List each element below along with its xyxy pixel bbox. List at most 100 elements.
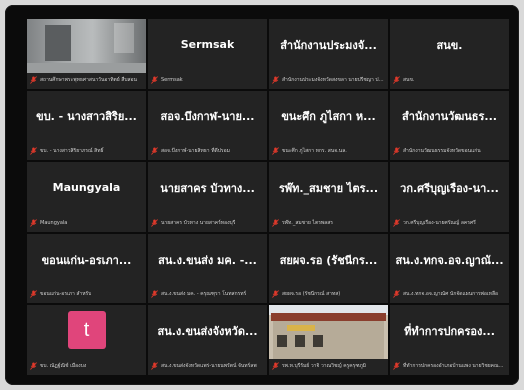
participant-tile[interactable]: ขอนแก่น-อรเภา... ขอนแก่น-อรเภา สำหรับ <box>27 233 146 304</box>
participant-tile[interactable]: สน.ง.ทกจ.อจ.ญาณั... สน.ง.ทกจ.อจ.ญาณัศ นัก… <box>390 233 509 304</box>
participant-tile[interactable]: สำนักงานวัฒนธร... สำนักงานวัฒนธรรมจังหวัด… <box>390 90 509 161</box>
participant-name: สน.ง.ขนส่งจังหวัด... <box>152 305 263 357</box>
mic-muted-icon <box>393 147 400 155</box>
participant-label: สำนักงานวัฒนธรรมจังหวัดขอนแก่น <box>393 146 506 156</box>
participant-name-text: ขนะศึก ภูไสกา ห... <box>281 110 376 124</box>
participant-label: นายสาคร บัวทาง นายสาคร์ทองบุรี <box>151 218 264 228</box>
mic-muted-icon <box>30 147 37 155</box>
participant-label-text: สน.ง.ขนส่ง มค. - ครุณฑุรา โนทสกรทร์ <box>161 291 247 298</box>
participant-video <box>269 305 388 359</box>
participant-label: สน.ง.ขนส่งจังหวัดแพร่-นายนพรัตน์ จันทร์ล… <box>151 361 264 371</box>
participant-name-text: ขบ. - นางสาวสิริย... <box>36 110 137 124</box>
participant-name-text: สน.ง.ขนส่งจังหวัด... <box>157 325 258 339</box>
participant-tile[interactable]: สยผจ.รอ (รัชนีกร... สยผจ.รอ (รัชนีกรณ์ สา… <box>269 233 388 304</box>
mic-muted-icon <box>151 219 158 227</box>
participant-name: สำนักงานประมงจั... <box>273 19 384 71</box>
participant-tile[interactable]: สน.ง.ขนส่ง มค. -... สน.ง.ขนส่ง มค. - ครุณ… <box>148 233 267 304</box>
participant-name: ขอนแก่น-อรเภา... <box>31 234 142 286</box>
participant-name: สำนักงานวัฒนธร... <box>394 91 505 143</box>
participant-tile[interactable]: ขบ. - นางสาวสิริย... ขบ. - นางสาวสิริยาภร… <box>27 90 146 161</box>
participant-label-text: วก.ศรีบุญเรือง-นายศรัณญ์ ลครศรี <box>403 219 476 226</box>
participant-label-text: นายสาคร บัวทาง นายสาคร์ทองบุรี <box>161 219 236 226</box>
mic-muted-icon <box>272 219 279 227</box>
participant-name-text: สน.ง.ทกจ.อจ.ญาณั... <box>395 253 504 267</box>
participant-name-text: สอจ.บึงกาฬ-นาย... <box>160 110 255 124</box>
participant-tile[interactable]: t ขบ. ณัฏฐ์ณิช์ เมืองบง <box>27 305 146 375</box>
participant-tile[interactable]: รพ๊ท._สมชาย ไตร... รพ๊ท._สมชาย ไตรพลสร <box>269 162 388 232</box>
participant-tile[interactable]: ขนะศึก ภูไสกา ห... ขนะศึก ภูไสกา หกร. สนจ… <box>269 90 388 161</box>
participant-tile[interactable]: สอจ.บึงกาฬ-นาย... สอจ.บึงกาฬ-นายสิทธา ที่… <box>148 90 267 161</box>
participant-tile[interactable]: ที่ทำการปกครอง... ที่ทำการปกครองอำเภอบ้าน… <box>390 305 509 375</box>
mic-muted-icon <box>30 290 37 299</box>
participant-label-text: รพ.ท.บุรีรัมย์ วาจิ วาณวิชญ์ ครูครุฑภูมิ <box>282 362 367 369</box>
participant-label: สนข. <box>393 75 506 85</box>
participant-label-text: Sermsak <box>161 76 183 83</box>
participant-name-text: สน.ง.ขนส่ง มค. -... <box>158 253 257 267</box>
participant-video <box>27 19 146 73</box>
participant-label-text: รพ๊ท._สมชาย ไตรพลสร <box>282 219 333 226</box>
participant-label: Maungyala <box>30 218 143 228</box>
participant-label: สน.ง.ขนส่ง มค. - ครุณฑุรา โนทสกรทร์ <box>151 289 264 299</box>
participant-tile[interactable]: สนข. สนข. <box>390 19 509 89</box>
avatar: t <box>67 311 106 350</box>
participant-name-text: ที่ทำการปกครอง... <box>404 325 495 339</box>
participant-label: สอจ.บึงกาฬ-นายสิทธา ที่ดีปรอม <box>151 146 264 156</box>
participant-label: สยผจ.รอ (รัชนีกรณ์ สาทส) <box>272 289 385 299</box>
participant-name-text: สำนักงานประมงจั... <box>280 38 377 52</box>
participant-label: สถานศึกษาพระพุทธศาสนาวันอาทิตย์ สืบสอน <box>30 75 143 85</box>
participant-name-text: Sermsak <box>180 38 235 52</box>
participant-name: Sermsak <box>152 19 263 71</box>
participant-label: Sermsak <box>151 75 264 85</box>
participant-label-text: สำนักงานวัฒนธรรมจังหวัดขอนแก่น <box>403 148 481 155</box>
participant-label-text: สอจ.บึงกาฬ-นายสิทธา ที่ดีปรอม <box>161 148 230 155</box>
participant-label: รพ.ท.บุรีรัมย์ วาจิ วาณวิชญ์ ครูครุฑภูมิ <box>272 361 385 371</box>
participant-tile[interactable]: สน.ง.ขนส่งจังหวัด... สน.ง.ขนส่งจังหวัดแพร… <box>148 305 267 375</box>
participant-name: วก.ศรีบุญเรือง-นา... <box>394 162 505 214</box>
participant-name-text: วก.ศรีบุญเรือง-นา... <box>400 181 499 195</box>
participant-label: สำนักงานประมงจังหวัดสงขลา นายปรีชญา ปลอด… <box>272 75 385 85</box>
mic-muted-icon <box>151 147 158 155</box>
participant-tile[interactable]: วก.ศรีบุญเรือง-นา... วก.ศรีบุญเรือง-นายศร… <box>390 162 509 232</box>
participant-name: ที่ทำการปกครอง... <box>394 305 505 357</box>
participant-label: ขบ. - นางสาวสิริยาภรณ์ สิทธิ์ <box>30 146 143 156</box>
participant-name-text: สนข. <box>436 38 463 52</box>
participant-label: ขนะศึก ภูไสกา หกร. สนจ.นล. <box>272 146 385 156</box>
mic-muted-icon <box>151 75 158 84</box>
mic-muted-icon <box>393 362 400 370</box>
mic-muted-icon <box>30 219 37 227</box>
participant-name: Maungyala <box>31 162 142 214</box>
participant-name: สน.ง.ขนส่ง มค. -... <box>152 234 263 286</box>
participant-grid: สถานศึกษาพระพุทธศาสนาวันอาทิตย์ สืบสอน Se… <box>27 19 509 375</box>
participant-label-text: ขนะศึก ภูไสกา หกร. สนจ.นล. <box>282 148 347 155</box>
participant-name-text: ขอนแก่น-อรเภา... <box>41 253 132 267</box>
participant-tile[interactable]: สถานศึกษาพระพุทธศาสนาวันอาทิตย์ สืบสอน <box>27 19 146 89</box>
mic-muted-icon <box>272 147 279 155</box>
mic-muted-icon <box>393 219 400 227</box>
participant-name-text: นายสาคร บัวทาง... <box>160 181 255 195</box>
participant-name: ขนะศึก ภูไสกา ห... <box>273 91 384 143</box>
participant-name: รพ๊ท._สมชาย ไตร... <box>273 162 384 214</box>
participant-label-text: สถานศึกษาพระพุทธศาสนาวันอาทิตย์ สืบสอน <box>40 76 137 83</box>
mic-muted-icon <box>393 290 400 299</box>
participant-tile[interactable]: นายสาคร บัวทาง... นายสาคร บัวทาง นายสาคร์… <box>148 162 267 232</box>
participant-name-text: Maungyala <box>52 181 121 195</box>
participant-label-text: สนข. <box>403 76 415 83</box>
participant-label-text: ขอนแก่น-อรเภา สำหรับ <box>40 291 92 298</box>
mic-muted-icon <box>393 75 400 84</box>
mic-muted-icon <box>151 362 158 370</box>
participant-tile[interactable]: Sermsak Sermsak <box>148 19 267 89</box>
participant-tile[interactable]: รพ.ท.บุรีรัมย์ วาจิ วาณวิชญ์ ครูครุฑภูมิ <box>269 305 388 375</box>
participant-label-text: ที่ทำการปกครองอำเภอบ้านแพง นายวิชยคณ... <box>403 362 504 369</box>
participant-name: สยผจ.รอ (รัชนีกร... <box>273 234 384 286</box>
participant-label: ขอนแก่น-อรเภา สำหรับ <box>30 289 143 299</box>
participant-tile[interactable]: สำนักงานประมงจั... สำนักงานประมงจังหวัดสง… <box>269 19 388 89</box>
mic-muted-icon <box>151 290 158 299</box>
participant-label-text: ขบ. - นางสาวสิริยาภรณ์ สิทธิ์ <box>40 148 104 155</box>
participant-name: สน.ง.ทกจ.อจ.ญาณั... <box>394 234 505 286</box>
participant-label-text: สน.ง.ขนส่งจังหวัดแพร่-นายนพรัตน์ จันทร์ล… <box>161 362 257 369</box>
mic-muted-icon <box>30 75 37 84</box>
participant-name: นายสาคร บัวทาง... <box>152 162 263 214</box>
participant-label-text: ขบ. ณัฏฐ์ณิช์ เมืองบง <box>40 362 87 369</box>
participant-tile[interactable]: Maungyala Maungyala <box>27 162 146 232</box>
participant-label-text: Maungyala <box>40 219 68 226</box>
